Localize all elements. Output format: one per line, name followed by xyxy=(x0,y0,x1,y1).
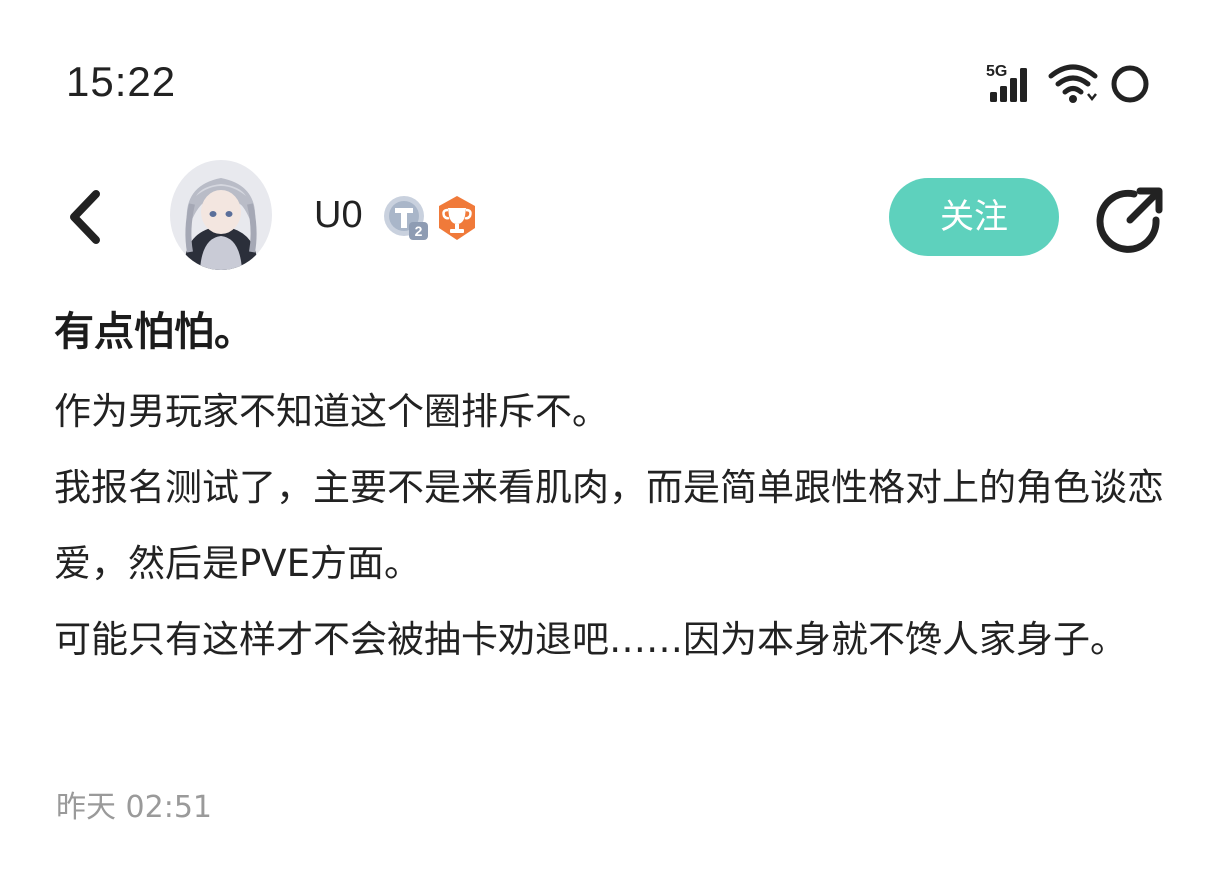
level-badge-icon: 2 xyxy=(384,196,428,240)
post-paragraph: 我报名测试了，主要不是来看肌肉，而是简单跟性格对上的角色谈恋爱，然后是PVE方面… xyxy=(54,466,1164,585)
trophy-badge xyxy=(433,194,481,242)
status-time: 15:22 xyxy=(66,58,177,105)
status-icons: 5G xyxy=(986,60,1156,108)
wifi-icon xyxy=(1048,64,1098,103)
share-icon xyxy=(1096,187,1163,253)
post-content: 有点怕怕。 作为男玩家不知道这个圈排斥不。 我报名测试了，主要不是来看肌肉，而是… xyxy=(54,300,1174,678)
post-header: U0 2 关注 xyxy=(0,160,1216,280)
status-bar: 15:22 5G xyxy=(0,0,1216,140)
network-label: 5G xyxy=(986,63,1007,80)
svg-text:2: 2 xyxy=(415,223,423,239)
chevron-left-icon xyxy=(70,190,100,244)
follow-button[interactable]: 关注 xyxy=(889,178,1059,256)
back-button[interactable] xyxy=(52,182,122,252)
trophy-icon xyxy=(439,196,475,240)
post-timestamp: 昨天 02:51 xyxy=(56,790,212,825)
share-button[interactable] xyxy=(1094,186,1166,254)
signal-icon: 5G xyxy=(986,63,1027,102)
circle-icon xyxy=(1111,65,1149,103)
avatar[interactable] xyxy=(170,160,272,270)
post-title: 有点怕怕。 xyxy=(54,309,254,355)
username[interactable]: U0 xyxy=(314,194,363,237)
avatar-image xyxy=(170,160,272,270)
post-paragraph: 可能只有这样才不会被抽卡劝退吧……因为本身就不馋人家身子。 xyxy=(54,618,1127,661)
post-paragraph: 作为男玩家不知道这个圈排斥不。 xyxy=(54,390,609,433)
level-badge: 2 xyxy=(382,194,430,242)
